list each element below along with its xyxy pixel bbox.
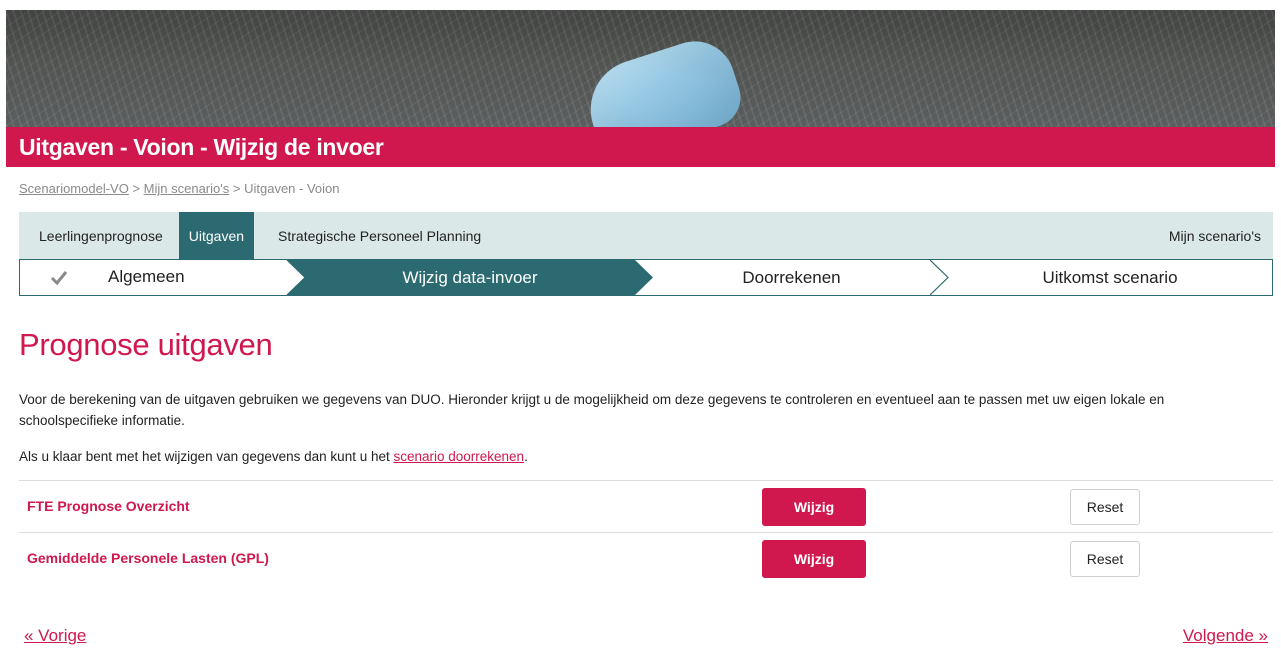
step-wijzig-data-invoer[interactable]: Wijzig data-invoer <box>305 260 635 295</box>
breadcrumb-link-scenariomodel[interactable]: Scenariomodel-VO <box>19 181 129 196</box>
done-text-prefix: Als u klaar bent met het wijzigen van ge… <box>19 449 394 464</box>
main-tabs: Leerlingenprognose Uitgaven Strategische… <box>19 212 1273 259</box>
page-header-title: Uitgaven - Voion - Wijzig de invoer <box>6 127 1275 167</box>
step-doorrekenen[interactable]: Doorrekenen <box>653 260 930 295</box>
tabs-spacer <box>492 212 1158 259</box>
list-item: Gemiddelde Personele Lasten (GPL) Wijzig… <box>19 532 1273 584</box>
breadcrumb-separator: > <box>132 181 141 196</box>
reset-button[interactable]: Reset <box>1070 489 1140 525</box>
list-item: FTE Prognose Overzicht Wijzig Reset <box>19 480 1273 532</box>
tab-mijn-scenarios[interactable]: Mijn scenario's <box>1158 212 1273 259</box>
breadcrumb-link-mijn-scenarios[interactable]: Mijn scenario's <box>144 181 230 196</box>
wijzig-button[interactable]: Wijzig <box>762 488 866 526</box>
chalk-decoration <box>577 31 749 128</box>
done-text-suffix: . <box>524 449 528 464</box>
row-label: Gemiddelde Personele Lasten (GPL) <box>27 550 269 566</box>
intro-text: Voor de berekening van de uitgaven gebru… <box>19 392 1165 428</box>
reset-button[interactable]: Reset <box>1070 541 1140 577</box>
scenario-doorrekenen-link[interactable]: scenario doorrekenen <box>393 449 524 464</box>
wijzig-button[interactable]: Wijzig <box>762 540 866 578</box>
step-label: Algemeen <box>108 267 185 286</box>
done-text: Als u klaar bent met het wijzigen van ge… <box>19 449 528 464</box>
breadcrumb-current: Uitgaven - Voion <box>244 181 340 196</box>
step-uitkomst-scenario[interactable]: Uitkomst scenario <box>948 260 1272 295</box>
previous-link[interactable]: « Vorige <box>24 626 86 646</box>
breadcrumb-separator: > <box>232 181 241 196</box>
step-divider <box>929 260 949 295</box>
row-label: FTE Prognose Overzicht <box>27 498 190 514</box>
tab-leerlingenprognose[interactable]: Leerlingenprognose <box>19 212 179 259</box>
tab-strategische-personeel-planning[interactable]: Strategische Personeel Planning <box>254 212 492 259</box>
step-algemeen[interactable]: Algemeen <box>20 260 287 295</box>
page-title: Prognose uitgaven <box>19 327 273 362</box>
header-banner-image <box>6 10 1275 128</box>
check-icon <box>50 268 70 288</box>
next-link[interactable]: Volgende » <box>1183 626 1268 646</box>
breadcrumb: Scenariomodel-VO > Mijn scenario's > Uit… <box>19 181 340 196</box>
progress-steps: Algemeen Wijzig data-invoer Doorrekenen … <box>19 259 1273 296</box>
tab-uitgaven[interactable]: Uitgaven <box>178 212 255 259</box>
